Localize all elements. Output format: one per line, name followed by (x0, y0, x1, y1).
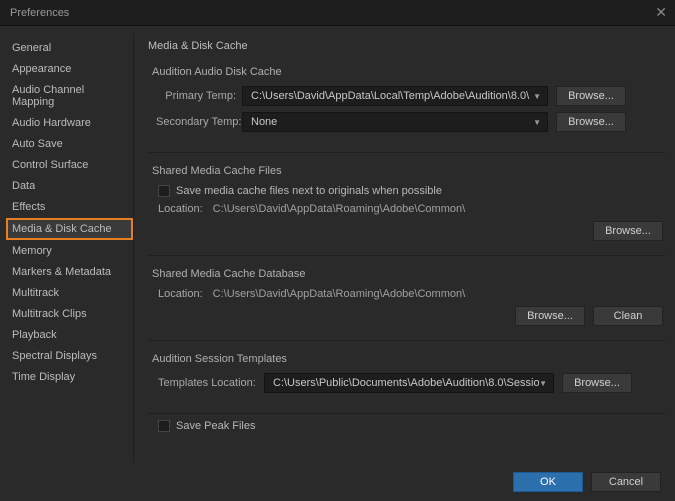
shared-files-location-value: C:\Users\David\AppData\Roaming\Adobe\Com… (209, 203, 466, 215)
close-icon[interactable]: ✕ (655, 4, 667, 21)
primary-temp-value: C:\Users\David\AppData\Local\Temp\Adobe\… (251, 90, 529, 102)
window-body: General Appearance Audio Channel Mapping… (0, 26, 675, 463)
secondary-temp-value: None (251, 116, 277, 128)
primary-temp-dropdown[interactable]: C:\Users\David\AppData\Local\Temp\Adobe\… (242, 86, 548, 106)
browse-templates-button[interactable]: Browse... (562, 373, 632, 393)
sidebar-item-audio-channel-mapping[interactable]: Audio Channel Mapping (6, 80, 133, 112)
sidebar-item-time-display[interactable]: Time Display (6, 367, 133, 387)
sidebar-item-audio-hardware[interactable]: Audio Hardware (6, 113, 133, 133)
footer: OK Cancel (0, 463, 675, 501)
group-templates: Audition Session Templates Templates Loc… (148, 345, 665, 414)
shared-db-location-label: Location: (156, 288, 209, 300)
browse-shared-db-button[interactable]: Browse... (515, 306, 585, 326)
sidebar-item-appearance[interactable]: Appearance (6, 59, 133, 79)
sidebar: General Appearance Audio Channel Mapping… (6, 34, 134, 463)
sidebar-item-spectral-displays[interactable]: Spectral Displays (6, 346, 133, 366)
clean-button[interactable]: Clean (593, 306, 663, 326)
shared-db-location-value: C:\Users\David\AppData\Roaming\Adobe\Com… (209, 288, 466, 300)
group-title-shared-db: Shared Media Cache Database (148, 268, 665, 280)
cancel-button[interactable]: Cancel (591, 472, 661, 492)
sidebar-item-media-disk-cache[interactable]: Media & Disk Cache (6, 218, 133, 240)
sidebar-item-control-surface[interactable]: Control Surface (6, 155, 133, 175)
ok-button[interactable]: OK (513, 472, 583, 492)
save-peak-files-checkbox[interactable] (158, 420, 170, 432)
titlebar: Preferences ✕ (0, 0, 675, 26)
templates-location-value: C:\Users\Public\Documents\Adobe\Audition… (273, 377, 539, 389)
chevron-down-icon: ▼ (533, 92, 541, 101)
templates-location-label: Templates Location: (156, 377, 264, 389)
sidebar-item-playback[interactable]: Playback (6, 325, 133, 345)
group-title-shared-files: Shared Media Cache Files (148, 165, 665, 177)
group-shared-files: Shared Media Cache Files Save media cach… (148, 157, 665, 256)
sidebar-item-multitrack-clips[interactable]: Multitrack Clips (6, 304, 133, 324)
sidebar-item-data[interactable]: Data (6, 176, 133, 196)
group-audio-disk-cache: Audition Audio Disk Cache Primary Temp: … (148, 58, 665, 153)
save-next-to-originals-label: Save media cache files next to originals… (176, 185, 442, 197)
save-next-to-originals-checkbox[interactable] (158, 185, 170, 197)
sidebar-item-auto-save[interactable]: Auto Save (6, 134, 133, 154)
group-title-audio-cache: Audition Audio Disk Cache (148, 66, 665, 78)
main-panel: Media & Disk Cache Audition Audio Disk C… (134, 34, 669, 463)
window-title: Preferences (10, 7, 69, 19)
shared-files-location-label: Location: (156, 203, 209, 215)
group-save-peak: Save Peak Files (148, 418, 665, 452)
group-title-templates: Audition Session Templates (148, 353, 665, 365)
page-title: Media & Disk Cache (148, 40, 665, 52)
browse-secondary-button[interactable]: Browse... (556, 112, 626, 132)
sidebar-item-multitrack[interactable]: Multitrack (6, 283, 133, 303)
sidebar-item-memory[interactable]: Memory (6, 241, 133, 261)
chevron-down-icon: ▼ (539, 379, 547, 388)
secondary-temp-label: Secondary Temp: (156, 116, 242, 128)
chevron-down-icon: ▼ (533, 118, 541, 127)
save-peak-files-label: Save Peak Files (176, 420, 255, 432)
sidebar-item-effects[interactable]: Effects (6, 197, 133, 217)
browse-shared-files-button[interactable]: Browse... (593, 221, 663, 241)
secondary-temp-dropdown[interactable]: None ▼ (242, 112, 548, 132)
group-shared-db: Shared Media Cache Database Location: C:… (148, 260, 665, 341)
preferences-window: Preferences ✕ General Appearance Audio C… (0, 0, 675, 501)
sidebar-item-general[interactable]: General (6, 38, 133, 58)
templates-location-dropdown[interactable]: C:\Users\Public\Documents\Adobe\Audition… (264, 373, 554, 393)
browse-primary-button[interactable]: Browse... (556, 86, 626, 106)
sidebar-item-markers-metadata[interactable]: Markers & Metadata (6, 262, 133, 282)
primary-temp-label: Primary Temp: (156, 90, 242, 102)
